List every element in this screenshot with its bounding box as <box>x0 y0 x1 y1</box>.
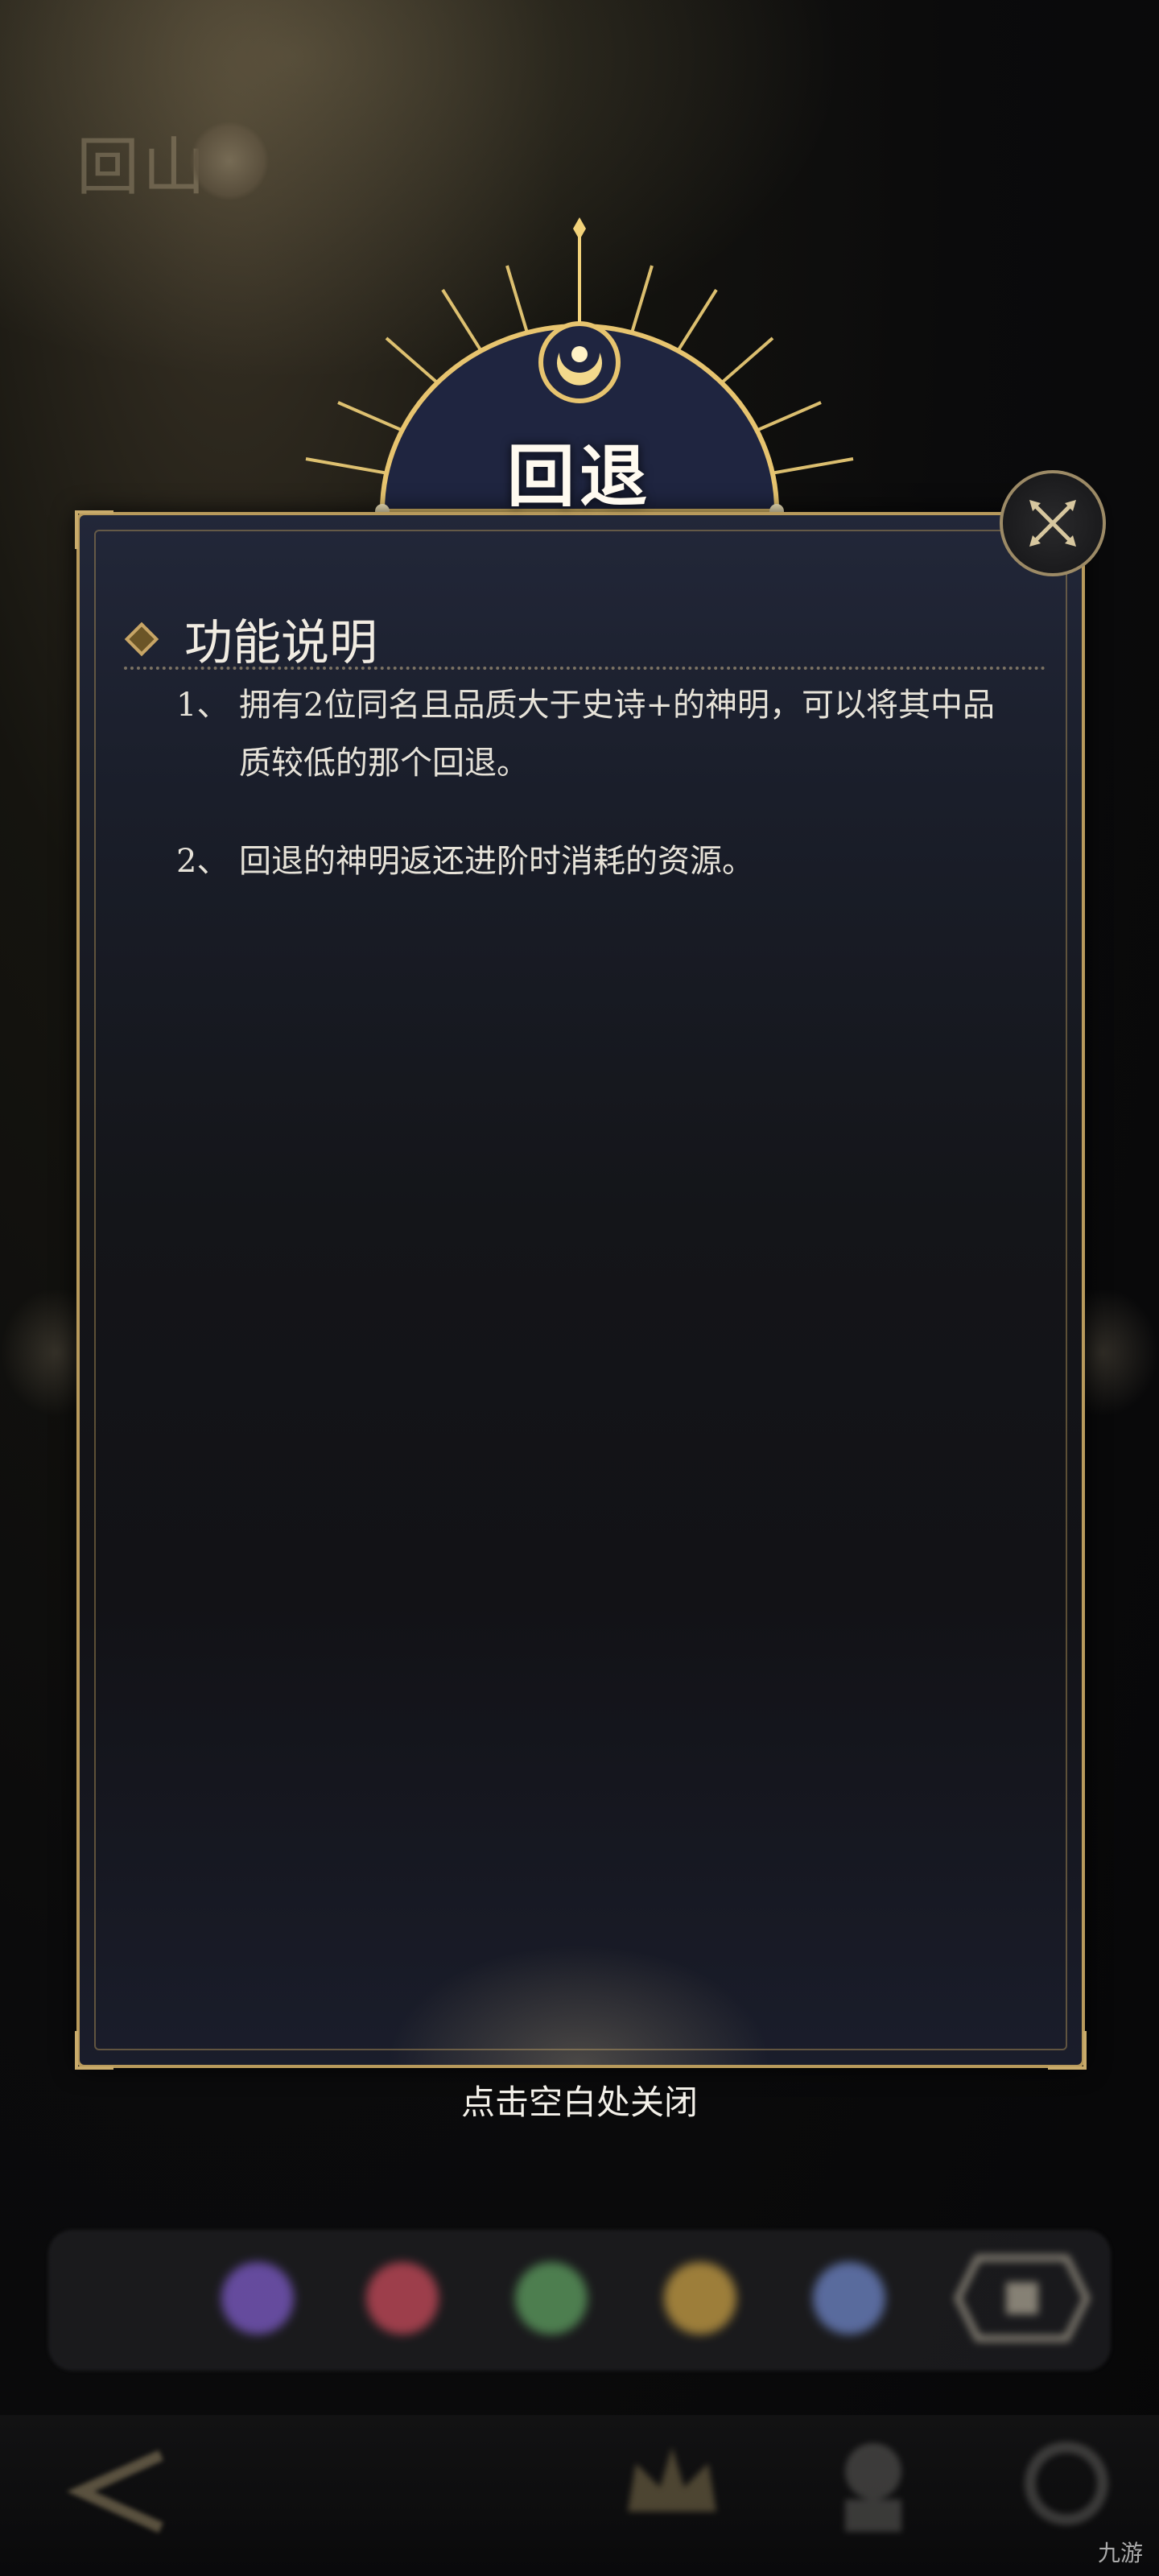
gem-red-icon <box>366 2262 439 2334</box>
bottom-sunburst-glow <box>386 1944 772 2065</box>
gem-blue-icon <box>813 2262 885 2334</box>
swirl-icon <box>1025 2442 1108 2525</box>
crown-icon <box>628 2447 716 2512</box>
list-item: 1、 拥有2位同名且品质大于史诗+的神明，可以将其中品质较低的那个回退。 <box>176 676 1021 792</box>
section-title: 功能说明 <box>184 615 377 671</box>
item-text: 拥有2位同名且品质大于史诗+的神明，可以将其中品质较低的那个回退。 <box>239 687 995 782</box>
close-icon <box>1029 500 1076 547</box>
back-arrow-icon <box>66 2450 163 2533</box>
section-header: 功能说明 <box>124 604 377 674</box>
list-item: 2、 回退的神明返还进阶时消耗的资源。 <box>176 832 1021 890</box>
gem-gold-icon <box>664 2262 736 2334</box>
item-number: 1、 <box>176 687 229 724</box>
hero-icon <box>845 2443 901 2532</box>
info-dialog: 功能说明 1、 拥有2位同名且品质大于史诗+的神明，可以将其中品质较低的那个回退… <box>75 510 1087 2070</box>
corner-ornament <box>1048 2031 1087 2070</box>
dialog-title: 回退 <box>506 436 652 516</box>
gem-green-icon <box>515 2262 588 2334</box>
logo-orb <box>189 121 270 201</box>
corner-ornament <box>75 2031 113 2070</box>
divider <box>124 667 1046 670</box>
close-button[interactable] <box>1000 470 1106 576</box>
description-list: 1、 拥有2位同名且品质大于史诗+的神明，可以将其中品质较低的那个回退。 2、 … <box>176 676 1021 931</box>
item-text: 回退的神明返还进阶时消耗的资源。 <box>239 843 754 880</box>
background-logo-text: 回山 <box>76 131 209 204</box>
close-hint[interactable]: 点击空白处关闭 <box>0 2075 1159 2124</box>
item-number: 2、 <box>176 843 229 880</box>
watermark: 九游 <box>1097 2540 1143 2566</box>
diamond-bullet-icon <box>124 621 159 656</box>
hexagon-icon <box>954 2255 1091 2342</box>
gem-purple-icon <box>221 2262 294 2334</box>
background-logo: 回山 <box>76 117 286 213</box>
